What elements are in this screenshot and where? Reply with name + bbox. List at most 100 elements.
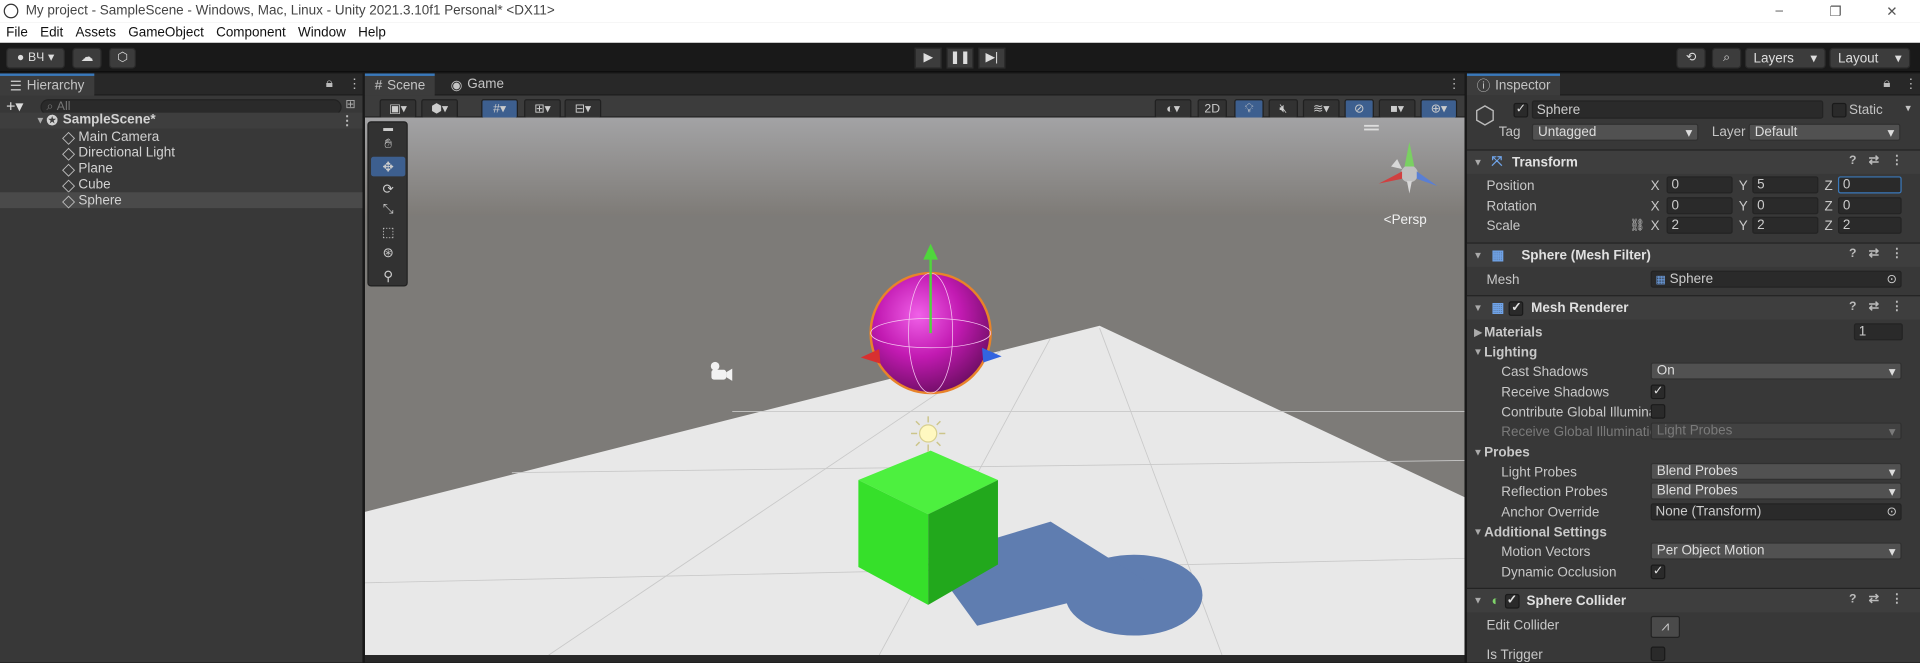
object-name-field[interactable]: Sphere bbox=[1531, 100, 1824, 119]
tab-inspector[interactable]: ⓘ Inspector bbox=[1466, 73, 1561, 96]
pause-button[interactable]: ❚❚ bbox=[946, 47, 974, 69]
undo-history-button[interactable]: ⟲ bbox=[1676, 47, 1706, 69]
layout-dropdown[interactable]: Layout ▾ bbox=[1829, 47, 1911, 69]
lock-icon[interactable]: 🔒︎ bbox=[326, 76, 333, 92]
scene-row[interactable]: ▼ ✪ SampleScene* ⋮ bbox=[0, 112, 363, 129]
menu-file[interactable]: File bbox=[0, 25, 34, 40]
kebab-menu-icon[interactable]: ⋮ bbox=[1891, 247, 1903, 260]
receive-shadows-checkbox[interactable]: ✓ bbox=[1650, 384, 1666, 400]
additional-settings-section[interactable]: ▼ Additional Settings bbox=[1467, 523, 1920, 541]
draw-mode-button[interactable]: ▣▾ bbox=[379, 99, 417, 119]
collab-button[interactable]: ⬡ bbox=[108, 47, 136, 69]
object-picker-icon[interactable]: ⊙ bbox=[1886, 272, 1896, 285]
mesh-field[interactable]: ▦ Sphere ⊙ bbox=[1650, 270, 1902, 288]
filter-icon[interactable]: ⊞ bbox=[345, 98, 355, 111]
tab-scene[interactable]: # Scene bbox=[364, 73, 436, 96]
menu-gameobject[interactable]: GameObject bbox=[122, 25, 210, 40]
dynamic-occlusion-checkbox[interactable]: ✓ bbox=[1650, 564, 1666, 580]
overlay-menu-icon[interactable] bbox=[1364, 124, 1379, 127]
materials-count-field[interactable]: 1 bbox=[1853, 323, 1903, 341]
help-icon[interactable]: ? bbox=[1849, 154, 1856, 167]
cloud-button[interactable]: ☁ bbox=[72, 47, 102, 69]
menu-component[interactable]: Component bbox=[210, 25, 292, 40]
tab-hierarchy[interactable]: ☰ Hierarchy bbox=[0, 73, 95, 96]
hierarchy-item-plane[interactable]: Plane bbox=[0, 160, 362, 176]
move-tool-icon[interactable]: ✥ bbox=[371, 156, 406, 177]
preset-icon[interactable]: ⇄ bbox=[1869, 154, 1879, 167]
search-button[interactable]: ⌕ bbox=[1711, 47, 1742, 69]
menu-assets[interactable]: Assets bbox=[69, 25, 122, 40]
scale-tool-icon[interactable]: ⤡ bbox=[371, 200, 405, 220]
minimize-button[interactable]: – bbox=[1751, 0, 1807, 22]
audio-toggle[interactable]: 🔇︎ bbox=[1268, 99, 1298, 119]
tag-dropdown[interactable]: Untagged ▾ bbox=[1531, 123, 1699, 141]
lighting-toggle[interactable]: 💡︎ bbox=[1234, 99, 1264, 119]
transform-header[interactable]: ▼ ⤧ Transform ? ⇄ ⋮ bbox=[1466, 149, 1920, 174]
materials-row[interactable]: ▶ Materials 1 bbox=[1467, 323, 1920, 341]
rect-tool-icon[interactable]: ⬚ bbox=[371, 222, 405, 242]
mode-2d-button[interactable]: 2D bbox=[1197, 99, 1227, 119]
sphere-collider-header[interactable]: ▼ ◐ ✓ Sphere Collider ? ⇄ ⋮ bbox=[1466, 587, 1920, 613]
camera-settings-button[interactable]: ■▾ bbox=[1378, 99, 1416, 119]
effects-button[interactable]: ≋▾ bbox=[1302, 99, 1340, 119]
hierarchy-item-directional-light[interactable]: Directional Light bbox=[0, 144, 362, 160]
preset-icon[interactable]: ⇄ bbox=[1869, 300, 1879, 313]
active-checkbox[interactable]: ✓ bbox=[1513, 102, 1529, 118]
gizmos-button[interactable]: ⊕▾ bbox=[1420, 99, 1458, 119]
position-y-field[interactable]: 5 bbox=[1752, 176, 1819, 194]
motion-vectors-dropdown[interactable]: Per Object Motion ▾ bbox=[1650, 542, 1902, 560]
kebab-menu-icon[interactable]: ⋮ bbox=[1891, 154, 1903, 167]
object-picker-icon[interactable]: ⊙ bbox=[1886, 505, 1896, 518]
ruler-button[interactable]: ⊟▾ bbox=[564, 99, 602, 119]
snap-increment-button[interactable]: ⊞▾ bbox=[524, 99, 561, 119]
fold-arrow-icon[interactable]: ▼ bbox=[34, 114, 46, 125]
layers-dropdown[interactable]: Layers ▾ bbox=[1744, 47, 1826, 69]
grid-snap-button[interactable]: #▾ bbox=[481, 99, 518, 119]
hierarchy-item-sphere[interactable]: Sphere bbox=[0, 192, 363, 209]
preset-icon[interactable]: ⇄ bbox=[1869, 247, 1879, 260]
link-icon[interactable]: ⛓ bbox=[1630, 219, 1646, 232]
rotation-y-field[interactable]: 0 bbox=[1752, 197, 1819, 215]
lighting-section[interactable]: ▼ Lighting bbox=[1467, 343, 1920, 361]
anchor-override-field[interactable]: None (Transform) ⊙ bbox=[1650, 503, 1902, 521]
chevron-down-icon[interactable]: ▾ bbox=[1905, 102, 1911, 115]
lock-icon[interactable]: 🔒︎ bbox=[1883, 76, 1890, 92]
kebab-menu-icon[interactable]: ⋮ bbox=[1447, 76, 1460, 92]
drag-handle[interactable]: ▬ bbox=[371, 122, 405, 133]
rotation-x-field[interactable]: 0 bbox=[1666, 197, 1733, 215]
rotation-z-field[interactable]: 0 bbox=[1837, 197, 1902, 215]
custom-tool-icon[interactable]: ⚲ bbox=[371, 266, 405, 286]
static-checkbox[interactable] bbox=[1831, 102, 1847, 118]
transform-tool-icon[interactable]: ⊛ bbox=[371, 242, 405, 262]
preset-icon[interactable]: ⇄ bbox=[1869, 593, 1879, 606]
kebab-menu-icon[interactable]: ⋮ bbox=[1891, 593, 1903, 606]
step-button[interactable]: ▶| bbox=[978, 47, 1006, 69]
kebab-menu-icon[interactable]: ⋮ bbox=[1904, 76, 1917, 92]
play-button[interactable]: ▶ bbox=[914, 47, 942, 69]
help-icon[interactable]: ? bbox=[1849, 247, 1856, 260]
account-button[interactable]: ● BЧ ▾ bbox=[6, 47, 65, 69]
shading-button[interactable]: ⬢▾ bbox=[421, 99, 458, 119]
kebab-menu-icon[interactable]: ⋮ bbox=[1891, 300, 1903, 313]
is-trigger-checkbox[interactable] bbox=[1650, 646, 1666, 662]
kebab-menu-icon[interactable]: ⋮ bbox=[348, 76, 361, 92]
contribute-gi-checkbox[interactable] bbox=[1650, 404, 1666, 419]
hierarchy-item-main-camera[interactable]: Main Camera bbox=[0, 129, 362, 145]
tab-game[interactable]: ◉ Game bbox=[441, 73, 514, 95]
layer-dropdown[interactable]: Default ▾ bbox=[1748, 123, 1901, 141]
maximize-button[interactable]: ❐ bbox=[1807, 0, 1863, 22]
hierarchy-item-cube[interactable]: Cube bbox=[0, 176, 362, 192]
help-icon[interactable]: ? bbox=[1849, 300, 1856, 313]
position-z-field[interactable]: 0 bbox=[1837, 176, 1902, 194]
mesh-filter-header[interactable]: ▼ ▦ Sphere (Mesh Filter) ? ⇄ ⋮ bbox=[1466, 242, 1920, 267]
edit-collider-button[interactable]: ⩘ bbox=[1650, 615, 1681, 638]
perspective-label[interactable]: <Persp bbox=[1384, 213, 1427, 228]
menu-edit[interactable]: Edit bbox=[34, 25, 69, 40]
kebab-menu-icon[interactable]: ⋮ bbox=[340, 112, 353, 128]
scale-x-field[interactable]: 2 bbox=[1666, 216, 1733, 234]
light-probes-dropdown[interactable]: Blend Probes ▾ bbox=[1650, 462, 1902, 481]
probes-section[interactable]: ▼ Probes bbox=[1467, 443, 1920, 461]
scale-z-field[interactable]: 2 bbox=[1837, 216, 1902, 234]
menu-help[interactable]: Help bbox=[352, 25, 392, 40]
reflection-probes-dropdown[interactable]: Blend Probes ▾ bbox=[1650, 482, 1902, 500]
